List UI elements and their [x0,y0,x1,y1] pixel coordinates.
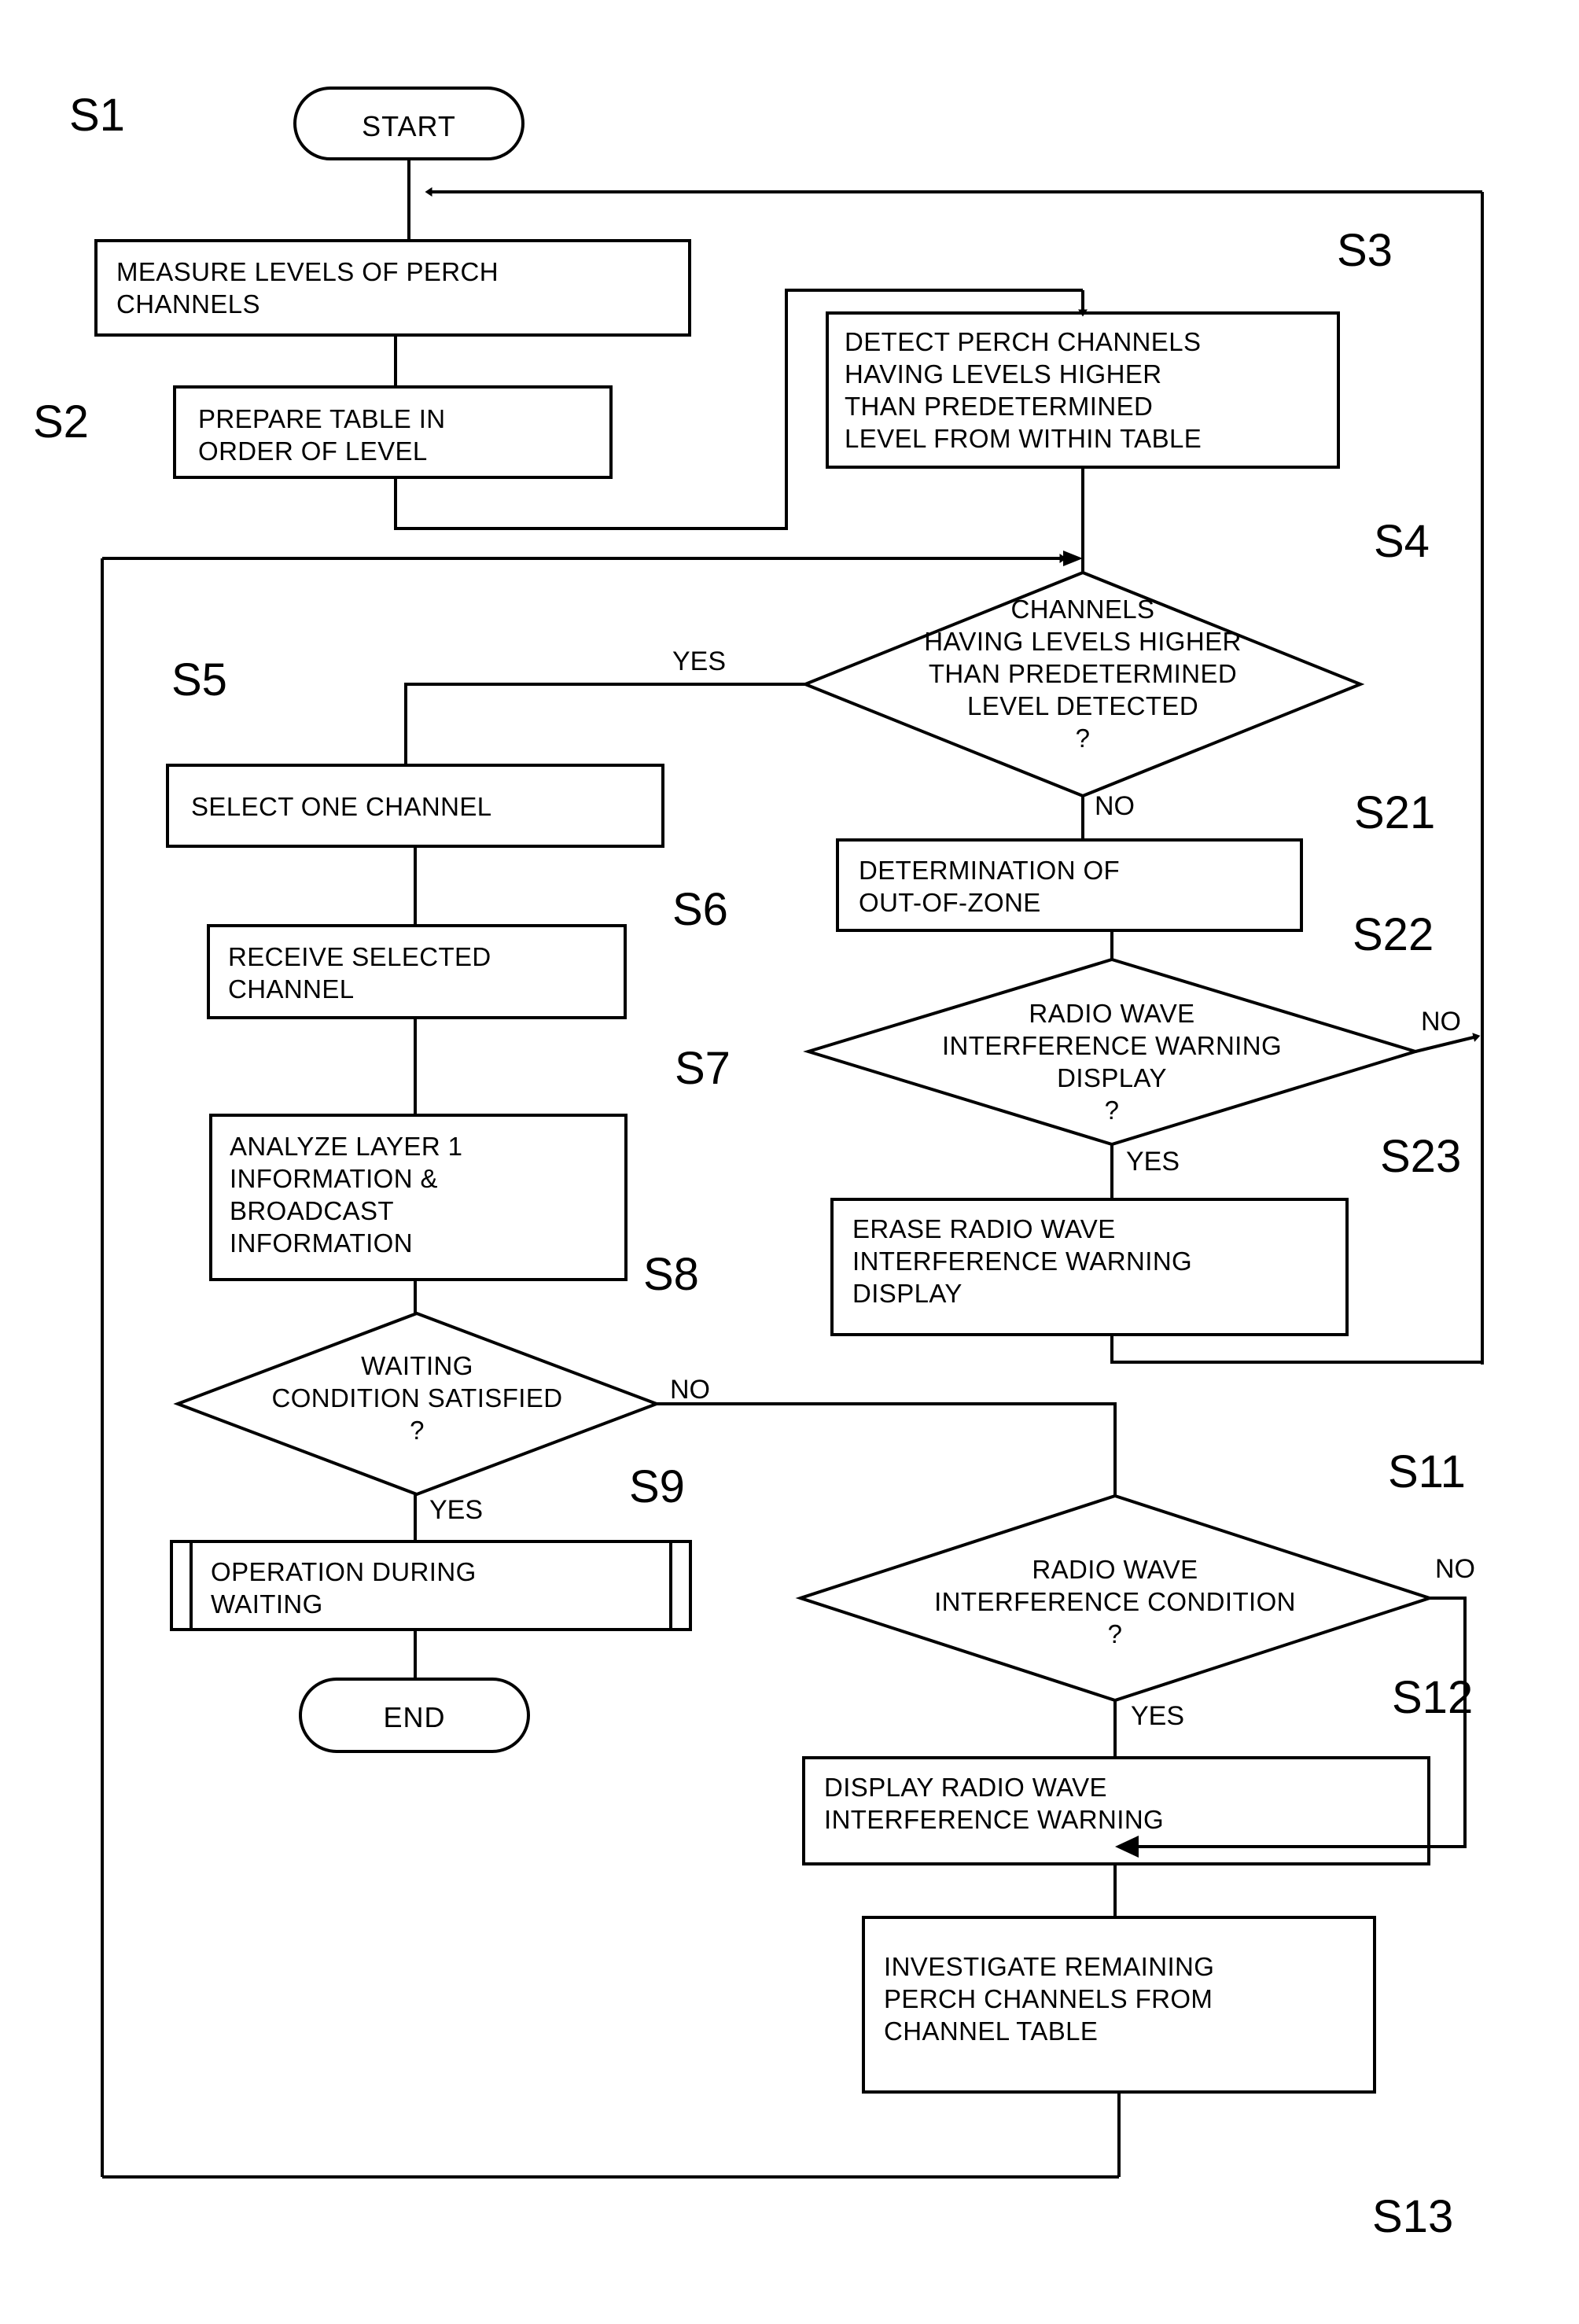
s2-box-shape [173,385,613,479]
s11-no-branch-label: NO [1435,1554,1475,1584]
s22-diamond-shape [803,957,1421,1147]
s21-box-shape [836,838,1303,932]
s4-diamond-shape [801,570,1365,798]
edge-s22-no-to-return [1415,1033,1481,1053]
s23-box-shape [830,1198,1349,1336]
s5-step-label: S5 [171,654,227,705]
s23-step-label: S23 [1380,1131,1462,1182]
s8-yes-branch-label: YES [429,1495,484,1525]
s7-step-label: S7 [675,1043,731,1094]
s11-yes-branch-label: YES [1131,1701,1185,1731]
s8-diamond-shape [173,1311,661,1497]
edge-s4-yes-to-s5 [404,683,805,765]
s5-box-shape [166,764,664,848]
flowchart-figure: START END MEASURE LEVELS OF PERCH CHANNE… [0,0,1579,2324]
edge-s11-no-arrowhead [1115,1836,1139,1858]
s8-no-branch-label: NO [670,1375,710,1405]
edge-s2-to-s3 [394,289,1083,530]
s7-box-shape [209,1114,628,1281]
s6-box-shape [207,924,627,1019]
s22-no-branch-label: NO [1421,1007,1461,1037]
s11-diamond-shape [795,1493,1435,1703]
s13-box-shape [862,1916,1376,2094]
s22-yes-branch-label: YES [1126,1147,1180,1177]
s2-step-label: S2 [33,396,89,447]
edge-s13-return-arrowhead [1063,551,1083,566]
s6-step-label: S6 [672,884,728,935]
s3-step-label: S3 [1337,225,1393,276]
s4-yes-branch-label: YES [672,646,727,676]
s12-step-label: S12 [1392,1672,1474,1723]
s3-box-shape [826,311,1340,469]
s4-no-branch-label: NO [1095,791,1135,821]
edge-s8-no-to-s11 [657,1402,1117,1496]
s8-step-label: S8 [643,1249,699,1300]
s4-step-label: S4 [1374,516,1430,567]
s1-box-shape [94,239,691,337]
s1-step-label: S1 [69,90,125,141]
end-terminal-label: END [383,1701,446,1733]
s9-box-shape [170,1540,692,1631]
s11-step-label: S11 [1388,1446,1466,1497]
flowchart-graphics [94,87,1484,2179]
s13-step-label: S13 [1372,2191,1454,2242]
s9-step-label: S9 [629,1461,685,1512]
start-terminal-label: START [362,110,456,142]
edge-s23-to-return [1110,1335,1482,1364]
s22-step-label: S22 [1353,909,1434,960]
s21-step-label: S21 [1354,787,1436,838]
